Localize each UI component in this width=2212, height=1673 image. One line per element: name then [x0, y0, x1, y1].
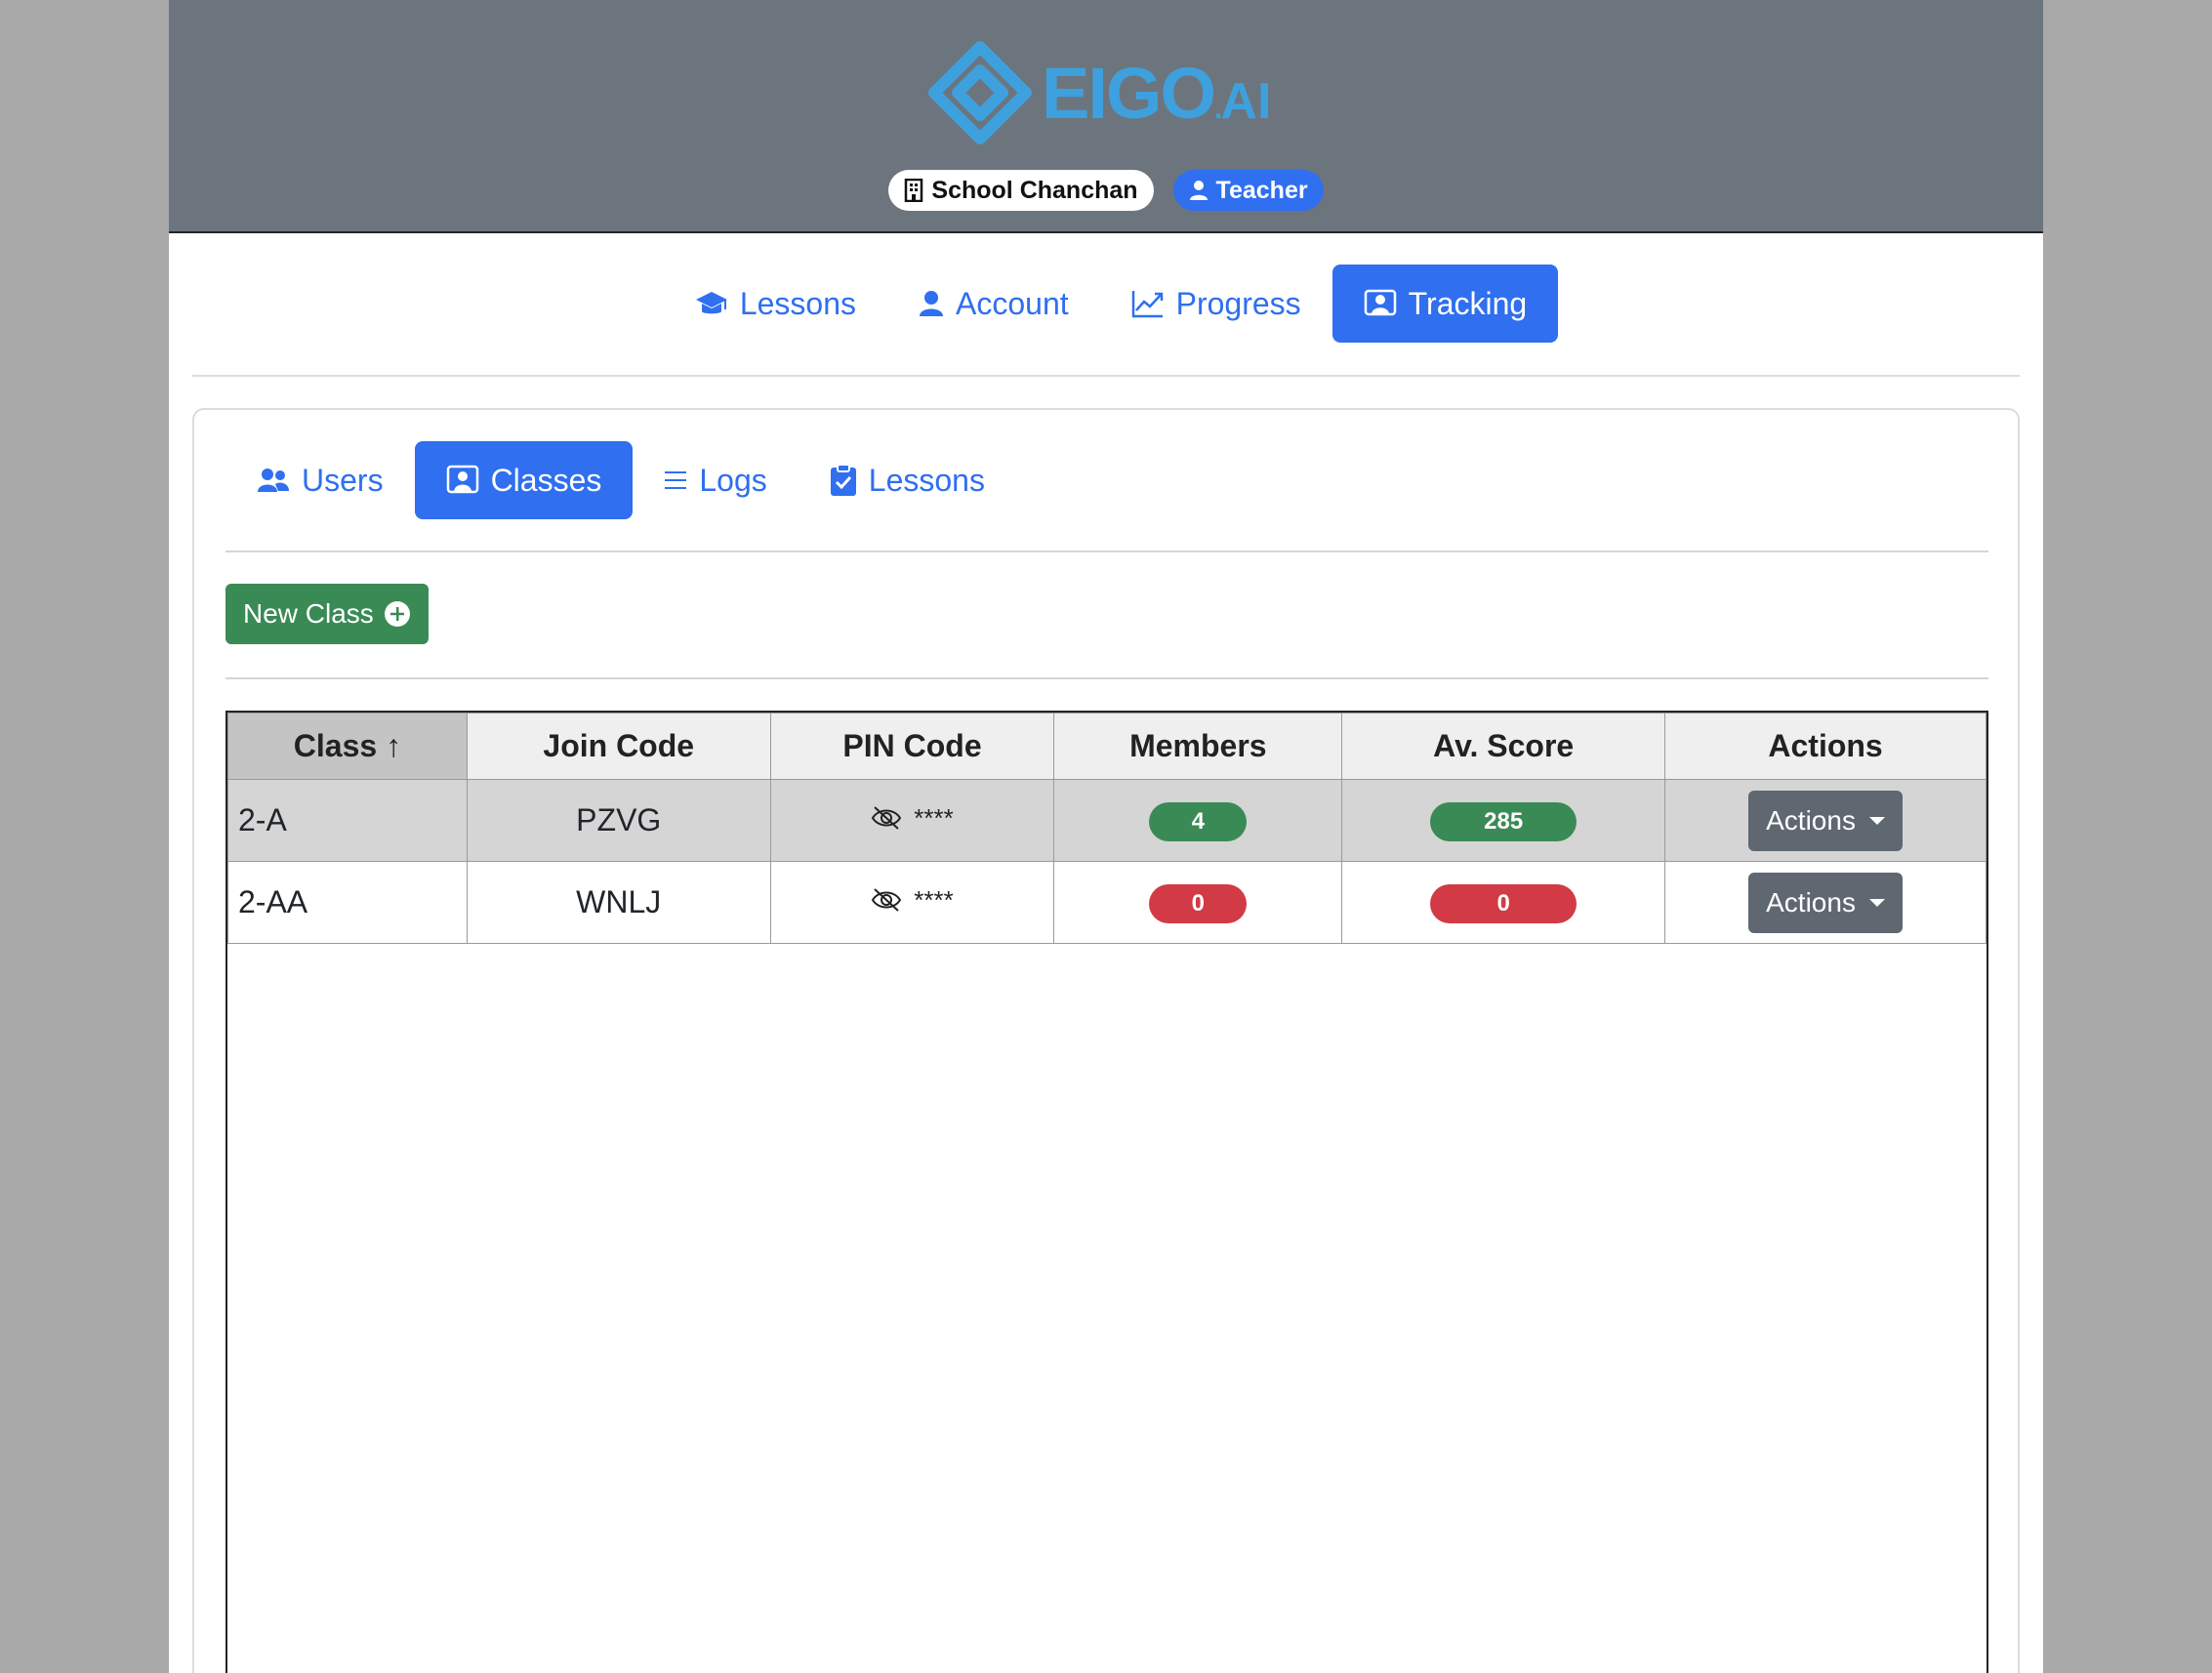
column-header-av-score[interactable]: Av. Score [1341, 713, 1666, 780]
nav-account[interactable]: Account [887, 265, 1100, 343]
pin-code-cell: **** [769, 779, 1055, 862]
person-icon [920, 291, 943, 316]
tab-lessons[interactable]: Lessons [799, 441, 1016, 519]
join-code-cell: PZVG [466, 779, 771, 862]
eye-slash-icon[interactable] [871, 805, 902, 831]
pin-masked: **** [914, 802, 954, 833]
eigo-logo[interactable]: EIGO.AI [928, 39, 1280, 146]
clipboard-check-icon [830, 464, 856, 496]
tab-users[interactable]: Users [225, 441, 415, 519]
logo-wordmark: EIGO.AI [1042, 52, 1272, 134]
nav-lessons[interactable]: Lessons [664, 265, 887, 343]
new-class-button[interactable]: New Class [225, 584, 429, 644]
members-badge: 4 [1149, 801, 1248, 841]
av-score-cell: 0 [1341, 861, 1666, 944]
school-name: School Chanchan [931, 176, 1138, 204]
class-cell: 2-A [227, 779, 468, 862]
classes-table-container: Class ↑ Join Code PIN Code Members Av. S… [225, 711, 1988, 1673]
list-icon [665, 471, 687, 489]
person-icon [1189, 181, 1208, 200]
actions-dropdown-button[interactable]: Actions [1748, 790, 1903, 851]
plus-circle-icon [384, 601, 410, 627]
members-badge: 0 [1149, 883, 1248, 923]
people-icon [258, 469, 289, 492]
toolbar-divider [225, 677, 1988, 679]
class-cell: 2-AA [227, 861, 468, 944]
av-score-badge: 285 [1430, 801, 1577, 841]
actions-cell: Actions [1664, 779, 1987, 862]
person-video-icon [446, 465, 478, 494]
person-video-icon [1364, 289, 1396, 316]
tab-logs[interactable]: Logs [633, 441, 798, 519]
column-header-class[interactable]: Class ↑ [227, 713, 468, 780]
actions-cell: Actions [1664, 861, 1987, 944]
tracking-card: Users Classes Logs Lessons New Class Cla… [192, 408, 2020, 1673]
tab-classes[interactable]: Classes [414, 441, 634, 519]
av-score-cell: 285 [1341, 779, 1666, 862]
role-label: Teacher [1215, 176, 1308, 204]
members-cell: 4 [1053, 779, 1343, 862]
role-badge: Teacher [1172, 170, 1324, 211]
caret-down-icon [1868, 898, 1885, 907]
line-chart-icon [1131, 291, 1163, 318]
tracking-sub-nav: Users Classes Logs Lessons [225, 441, 1016, 519]
app-header: EIGO.AI School Chanchan Teacher [169, 0, 2043, 233]
table-header-row: Class ↑ Join Code PIN Code Members Av. S… [227, 713, 1987, 780]
column-header-join-code[interactable]: Join Code [466, 713, 771, 780]
nav-tracking[interactable]: Tracking [1331, 265, 1559, 343]
table-row[interactable]: 2-AA WNLJ **** 0 0 Actions [227, 861, 1987, 944]
pin-code-cell: **** [769, 861, 1055, 944]
column-header-members[interactable]: Members [1053, 713, 1343, 780]
header-badges: School Chanchan Teacher [169, 170, 2043, 211]
page: EIGO.AI School Chanchan Teacher Lessons … [169, 0, 2043, 1673]
classes-table: Class ↑ Join Code PIN Code Members Av. S… [227, 713, 1987, 944]
nav-divider [192, 375, 2020, 377]
column-header-pin-code[interactable]: PIN Code [769, 713, 1055, 780]
building-icon [905, 179, 923, 202]
pin-masked: **** [914, 884, 954, 915]
caret-down-icon [1868, 816, 1885, 825]
eigo-logo-icon [928, 41, 1032, 144]
actions-dropdown-button[interactable]: Actions [1748, 872, 1903, 933]
sort-arrow-icon: ↑ [386, 728, 402, 763]
join-code-cell: WNLJ [466, 861, 771, 944]
eye-slash-icon[interactable] [871, 887, 902, 913]
main-nav: Lessons Account Progress Tracking [169, 265, 2043, 343]
school-badge: School Chanchan [888, 170, 1154, 211]
column-header-actions: Actions [1664, 713, 1987, 780]
members-cell: 0 [1053, 861, 1343, 944]
subnav-divider [225, 551, 1988, 552]
graduation-cap-icon [695, 292, 727, 314]
nav-progress[interactable]: Progress [1100, 265, 1332, 343]
av-score-badge: 0 [1430, 883, 1577, 923]
table-row[interactable]: 2-A PZVG **** 4 285 Actions [227, 779, 1987, 862]
